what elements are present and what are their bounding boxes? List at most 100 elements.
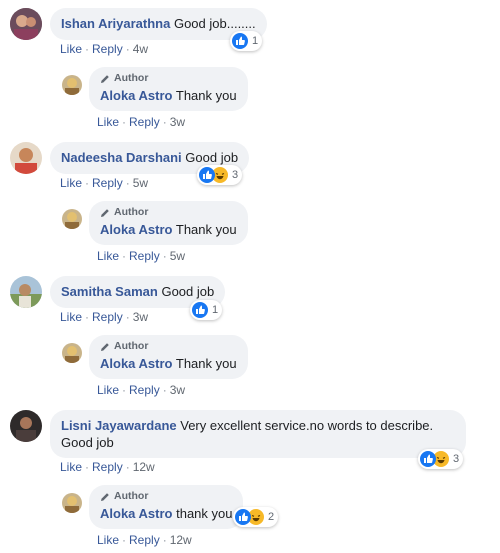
separator: · (125, 460, 130, 474)
like-link[interactable]: Like (97, 115, 119, 129)
avatar[interactable] (10, 276, 42, 308)
reaction-count: 2 (268, 511, 275, 523)
comment-actions: Like · Reply · 5w (60, 175, 148, 191)
separator: · (125, 42, 130, 56)
commenter-name[interactable]: Samitha Saman (61, 284, 158, 299)
reply-text: Thank you (175, 222, 237, 237)
comment-bubble: Lisni Jayawardane Very excellent service… (50, 410, 466, 458)
reaction-summary[interactable]: 1 (190, 300, 223, 320)
timestamp[interactable]: 3w (170, 383, 185, 397)
avatar[interactable] (62, 343, 82, 363)
separator: · (85, 310, 90, 324)
like-link[interactable]: Like (60, 176, 82, 190)
reply-bubble: Author Aloka Astro thank you (89, 485, 244, 529)
timestamp[interactable]: 3w (170, 115, 185, 129)
author-badge: Author (100, 206, 237, 219)
reply-text: Thank you (175, 356, 237, 371)
replier-name[interactable]: Aloka Astro (100, 506, 172, 521)
reply-bubble: Author Aloka Astro Thank you (89, 201, 248, 245)
separator: · (122, 383, 127, 397)
separator: · (162, 533, 167, 547)
replier-name[interactable]: Aloka Astro (100, 88, 172, 103)
reaction-count: 3 (453, 453, 460, 465)
comment-actions: Like · Reply · 4w (60, 41, 148, 57)
reaction-summary[interactable]: 2 (233, 507, 279, 527)
reply-link[interactable]: Reply (92, 176, 123, 190)
reaction-summary[interactable]: 1 (230, 31, 263, 51)
reaction-summary[interactable]: 3 (418, 449, 464, 469)
like-reaction-icon (420, 451, 436, 467)
commenter-name[interactable]: Nadeesha Darshani (61, 150, 182, 165)
reply-actions: Like · Reply · 12w (97, 532, 192, 548)
comment-text: Good job........ (173, 16, 256, 31)
timestamp[interactable]: 5w (133, 176, 148, 190)
like-reaction-icon (235, 509, 251, 525)
reply-link[interactable]: Reply (129, 115, 160, 129)
avatar[interactable] (62, 209, 82, 229)
like-reaction-icon (199, 167, 215, 183)
avatar[interactable] (10, 8, 42, 40)
reply-bubble: Author Aloka Astro Thank you (89, 67, 248, 111)
reply-actions: Like · Reply · 5w (97, 248, 185, 264)
author-badge: Author (100, 490, 232, 503)
like-link[interactable]: Like (97, 383, 119, 397)
like-link[interactable]: Like (97, 533, 119, 547)
like-reaction-icon (192, 302, 208, 318)
separator: · (85, 176, 90, 190)
author-label: Author (114, 72, 149, 84)
separator: · (122, 115, 127, 129)
comment-actions: Like · Reply · 3w (60, 309, 148, 325)
separator: · (125, 176, 130, 190)
comment-text: Good job (161, 284, 215, 299)
author-badge: Author (100, 72, 237, 85)
reply-link[interactable]: Reply (92, 460, 123, 474)
reply-bubble: Author Aloka Astro Thank you (89, 335, 248, 379)
author-label: Author (114, 340, 149, 352)
separator: · (85, 460, 90, 474)
separator: · (162, 249, 167, 263)
reaction-count: 1 (252, 35, 259, 47)
reaction-count: 3 (232, 169, 239, 181)
comment-actions: Like · Reply · 12w (60, 459, 155, 475)
commenter-name[interactable]: Lisni Jayawardane (61, 418, 177, 433)
like-link[interactable]: Like (60, 42, 82, 56)
pencil-icon (101, 342, 109, 351)
reply-link[interactable]: Reply (92, 310, 123, 324)
like-link[interactable]: Like (60, 460, 82, 474)
avatar[interactable] (62, 75, 82, 95)
comment-text: Good job (185, 150, 239, 165)
avatar[interactable] (10, 410, 42, 442)
reply-link[interactable]: Reply (129, 249, 160, 263)
author-badge: Author (100, 340, 237, 353)
reply-link[interactable]: Reply (92, 42, 123, 56)
author-label: Author (114, 206, 149, 218)
pencil-icon (101, 208, 109, 217)
timestamp[interactable]: 3w (133, 310, 148, 324)
like-link[interactable]: Like (97, 249, 119, 263)
reply-actions: Like · Reply · 3w (97, 114, 185, 130)
pencil-icon (101, 492, 109, 501)
timestamp[interactable]: 12w (133, 460, 155, 474)
reply-text: thank you (176, 506, 233, 521)
timestamp[interactable]: 5w (170, 249, 185, 263)
reaction-summary[interactable]: 3 (197, 165, 243, 185)
reply-text: Thank you (175, 88, 237, 103)
replier-name[interactable]: Aloka Astro (100, 356, 172, 371)
separator: · (85, 42, 90, 56)
reply-actions: Like · Reply · 3w (97, 382, 185, 398)
avatar[interactable] (62, 493, 82, 513)
reply-link[interactable]: Reply (129, 533, 160, 547)
avatar[interactable] (10, 142, 42, 174)
pencil-icon (101, 74, 109, 83)
reply-link[interactable]: Reply (129, 383, 160, 397)
replier-name[interactable]: Aloka Astro (100, 222, 172, 237)
like-link[interactable]: Like (60, 310, 82, 324)
commenter-name[interactable]: Ishan Ariyarathna (61, 16, 170, 31)
separator: · (122, 249, 127, 263)
author-label: Author (114, 490, 149, 502)
timestamp[interactable]: 4w (133, 42, 148, 56)
like-reaction-icon (232, 33, 248, 49)
separator: · (162, 383, 167, 397)
timestamp[interactable]: 12w (170, 533, 192, 547)
separator: · (125, 310, 130, 324)
